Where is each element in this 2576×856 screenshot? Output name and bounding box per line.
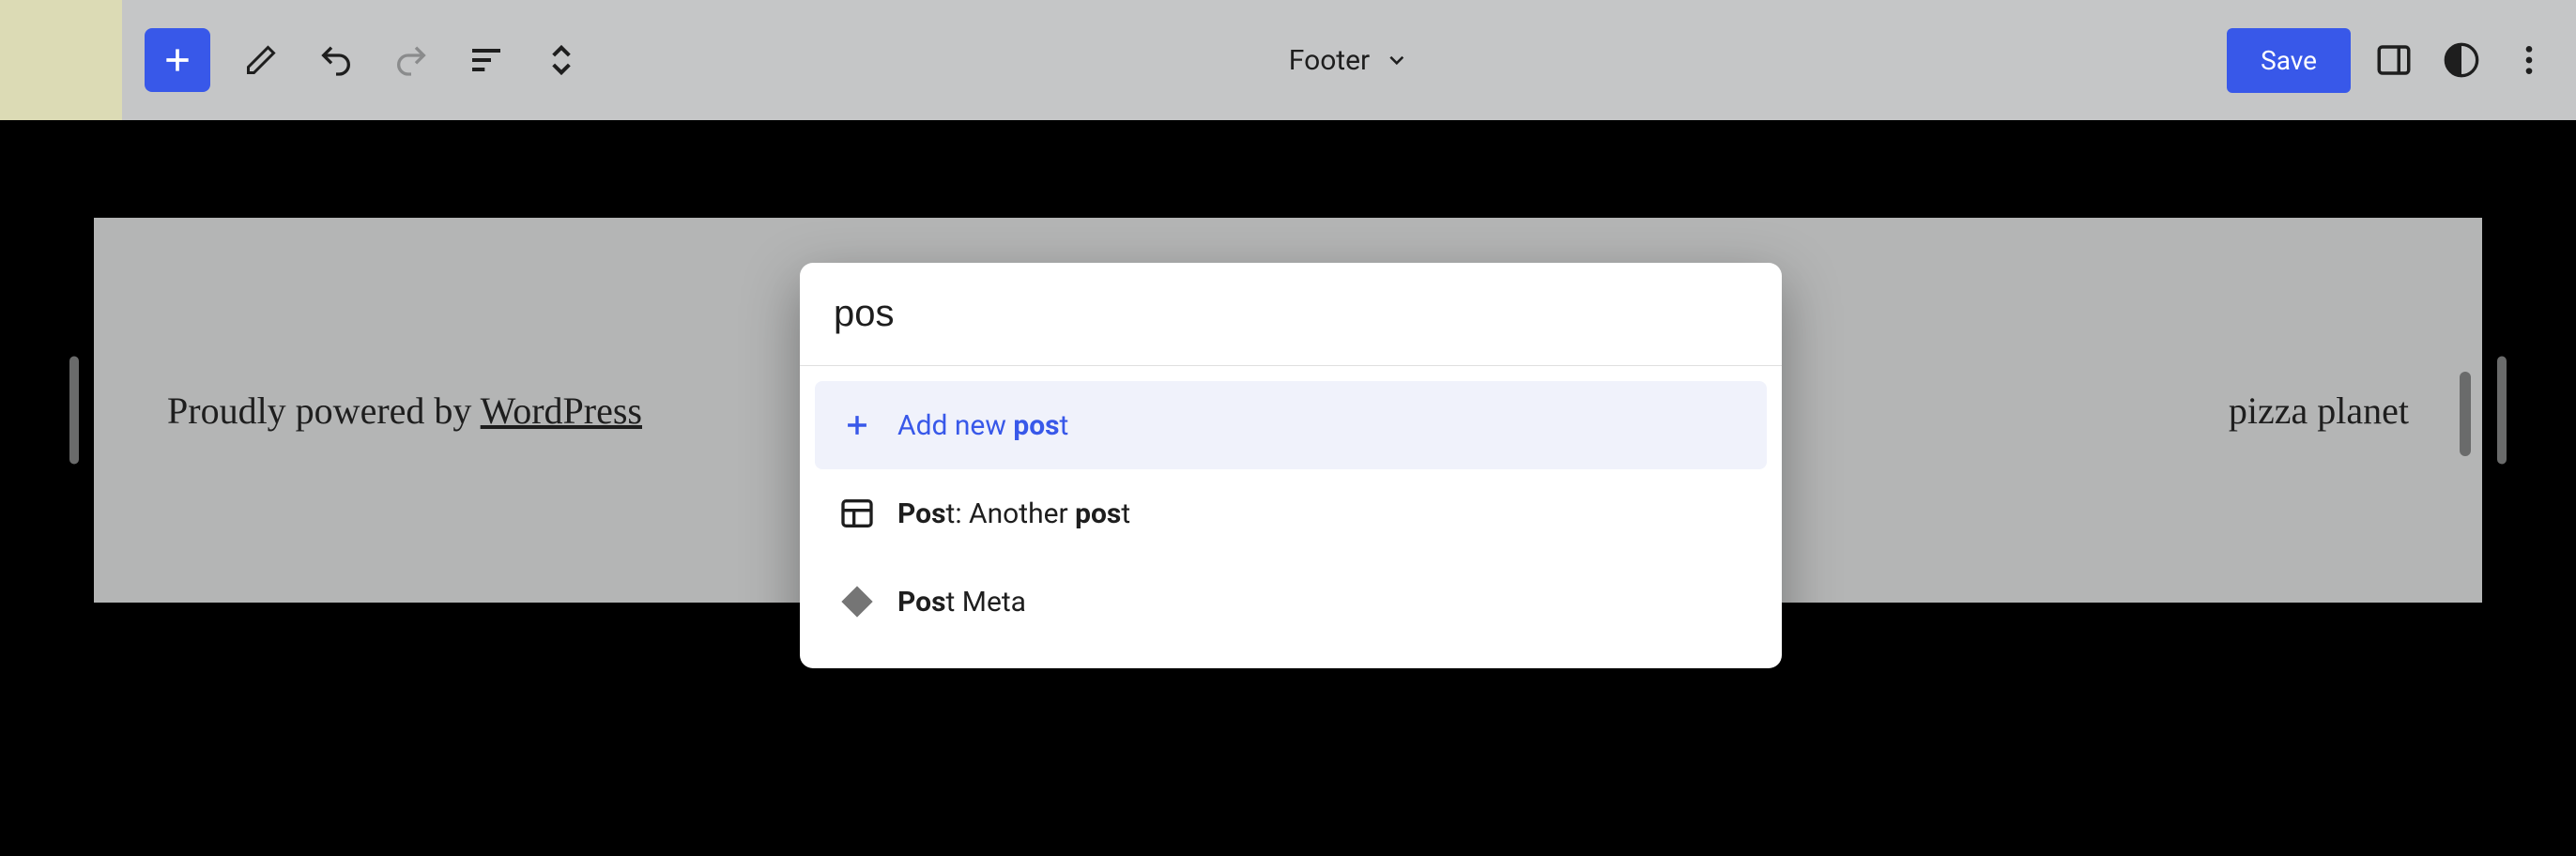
undo-icon <box>317 41 355 79</box>
layout-icon <box>837 494 877 533</box>
result-post-meta[interactable]: Post Meta <box>815 558 1767 646</box>
top-toolbar: Footer Save <box>122 0 2576 120</box>
plus-icon <box>159 41 196 79</box>
quick-inserter-popover: Add new post Post: Another post Post Met… <box>800 263 1782 668</box>
document-title: Footer <box>1289 44 1370 77</box>
footer-credit: Proudly powered by WordPress <box>167 389 642 433</box>
result-label: Post Meta <box>897 586 1026 619</box>
toolbar-right-group: Save <box>2227 28 2553 93</box>
block-inserter-button[interactable] <box>145 28 210 92</box>
search-input[interactable] <box>834 293 1748 335</box>
redo-button[interactable] <box>387 36 436 84</box>
resize-handle-left[interactable] <box>69 357 79 465</box>
dots-vertical-icon <box>2510 41 2548 79</box>
undo-button[interactable] <box>312 36 360 84</box>
edit-button[interactable] <box>237 36 285 84</box>
styles-button[interactable] <box>2437 36 2486 84</box>
pencil-icon <box>244 43 278 77</box>
result-template[interactable]: Post: Another post <box>815 469 1767 558</box>
result-add-new[interactable]: Add new post <box>815 381 1767 469</box>
footer-credit-prefix: Proudly powered by <box>167 390 481 432</box>
footer-credit-link[interactable]: WordPress <box>481 390 642 432</box>
plus-icon <box>837 405 877 445</box>
options-button[interactable] <box>2505 36 2553 84</box>
results-list: Add new post Post: Another post Post Met… <box>800 366 1782 668</box>
list-view-icon <box>468 41 505 79</box>
left-edge-strip <box>0 0 122 120</box>
document-title-dropdown[interactable]: Footer <box>1289 44 1409 77</box>
save-button[interactable]: Save <box>2227 28 2351 93</box>
move-button[interactable] <box>537 36 586 84</box>
tag-icon <box>837 582 877 621</box>
toolbar-left-group <box>145 28 586 92</box>
sidebar-icon <box>2374 40 2414 80</box>
contrast-icon <box>2443 41 2480 79</box>
redo-icon <box>392 41 430 79</box>
settings-sidebar-button[interactable] <box>2369 36 2418 84</box>
search-input-wrap <box>800 263 1782 366</box>
result-label: Post: Another post <box>897 497 1130 530</box>
result-label: Add new post <box>897 409 1068 442</box>
scrollbar-handle[interactable] <box>2460 372 2471 456</box>
chevron-updown-icon <box>543 41 580 79</box>
site-title[interactable]: pizza planet <box>2229 389 2409 433</box>
resize-handle-right[interactable] <box>2497 357 2507 465</box>
list-view-button[interactable] <box>462 36 511 84</box>
chevron-down-icon <box>1385 48 1409 72</box>
